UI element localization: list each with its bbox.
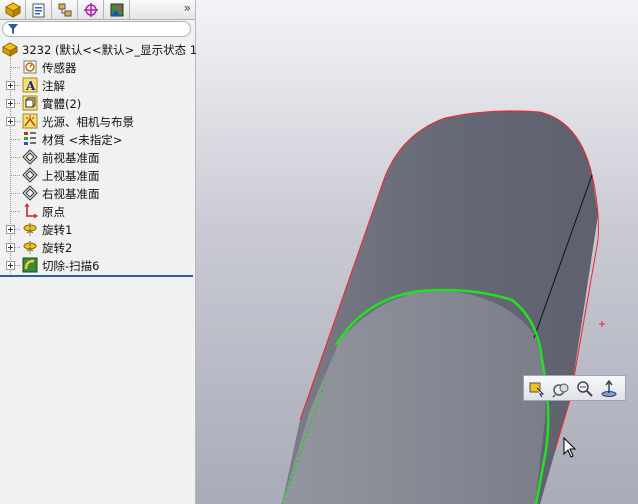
- tree-item-right-plane[interactable]: 右视基准面: [0, 184, 195, 202]
- expand-plus-icon[interactable]: [6, 243, 15, 252]
- tree-item-solid-bodies[interactable]: 實體(2): [0, 94, 195, 112]
- configurationmanager-tab[interactable]: [52, 0, 78, 19]
- revolve-icon: [22, 221, 38, 237]
- tree-item-label: 旋转2: [42, 241, 73, 255]
- propertymanager-tab[interactable]: [26, 0, 52, 19]
- tree-item-label: 传感器: [42, 61, 77, 75]
- cut-sweep-icon: [22, 257, 38, 273]
- graphics-viewport[interactable]: [196, 0, 638, 504]
- tree-item-sensors[interactable]: 传感器: [0, 58, 195, 76]
- property-icon: [32, 3, 44, 17]
- revolve-icon: [22, 239, 38, 255]
- tree-item-label: 切除-扫描6: [42, 259, 100, 273]
- featuremanager-panel: » 3232 (默认<<默认>_显示状态 1>) 传感器 A 注解 實體(2) …: [0, 0, 211, 504]
- tree-item-label: 注解: [42, 79, 65, 93]
- tree-item-label: 原点: [42, 205, 65, 219]
- tree-item-label: 光源、相机与布景: [42, 115, 134, 129]
- material-icon: [22, 131, 38, 147]
- tree-item-label: 旋转1: [42, 223, 73, 237]
- configuration-icon: [58, 3, 71, 16]
- plane-icon: [22, 167, 38, 183]
- plane-icon: [22, 185, 38, 201]
- model-view: [281, 110, 605, 504]
- tree-item-top-plane[interactable]: 上视基准面: [0, 166, 195, 184]
- tree-item-revolve1[interactable]: 旋转1: [0, 220, 195, 238]
- crosshair-icon: [83, 2, 98, 17]
- tree-item-label: 前视基准面: [42, 151, 100, 165]
- zoom-icon[interactable]: [576, 380, 594, 398]
- featuremanager-tab[interactable]: [0, 0, 26, 19]
- origin-icon: [22, 203, 38, 219]
- tree-root-label: 3232 (默认<<默认>_显示状态 1>): [22, 43, 212, 57]
- expand-plus-icon[interactable]: [6, 261, 15, 270]
- solid-bodies-icon: [22, 95, 38, 111]
- normal-to-icon[interactable]: [600, 379, 618, 398]
- tree-item-label: 右视基准面: [42, 187, 100, 201]
- more-tabs-chevron-icon[interactable]: »: [184, 1, 191, 15]
- sensor-icon: [22, 59, 38, 75]
- lights-icon: [22, 113, 38, 129]
- tree-item-label: 上视基准面: [42, 169, 100, 183]
- tree-item-label: 材質 <未指定>: [42, 133, 123, 147]
- tree-item-label: 實體(2): [42, 97, 82, 111]
- appearance-icon: [110, 3, 123, 16]
- mouse-cursor-icon: [563, 437, 577, 458]
- manager-tab-bar: »: [0, 0, 195, 20]
- view-orientation-icon[interactable]: [552, 380, 570, 398]
- filter-icon: [8, 24, 18, 34]
- zoom-to-selection-icon[interactable]: [528, 380, 546, 398]
- plane-icon: [22, 149, 38, 165]
- context-toolbar: [523, 375, 626, 401]
- tree-item-material[interactable]: 材質 <未指定>: [0, 130, 195, 148]
- expand-plus-icon[interactable]: [6, 117, 15, 126]
- expand-plus-icon[interactable]: [6, 81, 15, 90]
- feature-tree-icon: [4, 1, 21, 18]
- dimxpert-tab[interactable]: [78, 0, 104, 19]
- tree-item-cut-sweep6[interactable]: 切除-扫描6: [0, 256, 195, 274]
- svg-text:A: A: [25, 79, 36, 93]
- expand-plus-icon[interactable]: [6, 225, 15, 234]
- part-icon: [2, 41, 18, 57]
- tree-item-front-plane[interactable]: 前视基准面: [0, 148, 195, 166]
- feature-filter-input[interactable]: [2, 21, 191, 37]
- rollback-bar[interactable]: [0, 275, 193, 277]
- annotation-icon: A: [22, 77, 38, 93]
- sketch-point-icon: [599, 321, 605, 327]
- cylinder-lower-face: [282, 290, 546, 504]
- tree-item-revolve2[interactable]: 旋转2: [0, 238, 195, 256]
- tree-item-annotations[interactable]: A 注解: [0, 76, 195, 94]
- display-manager-tab[interactable]: [104, 0, 130, 19]
- expand-plus-icon[interactable]: [6, 99, 15, 108]
- tree-root-part[interactable]: 3232 (默认<<默认>_显示状态 1>): [0, 40, 211, 58]
- tree-item-origin[interactable]: 原点: [0, 202, 195, 220]
- tree-item-lights-cameras-scene[interactable]: 光源、相机与布景: [0, 112, 195, 130]
